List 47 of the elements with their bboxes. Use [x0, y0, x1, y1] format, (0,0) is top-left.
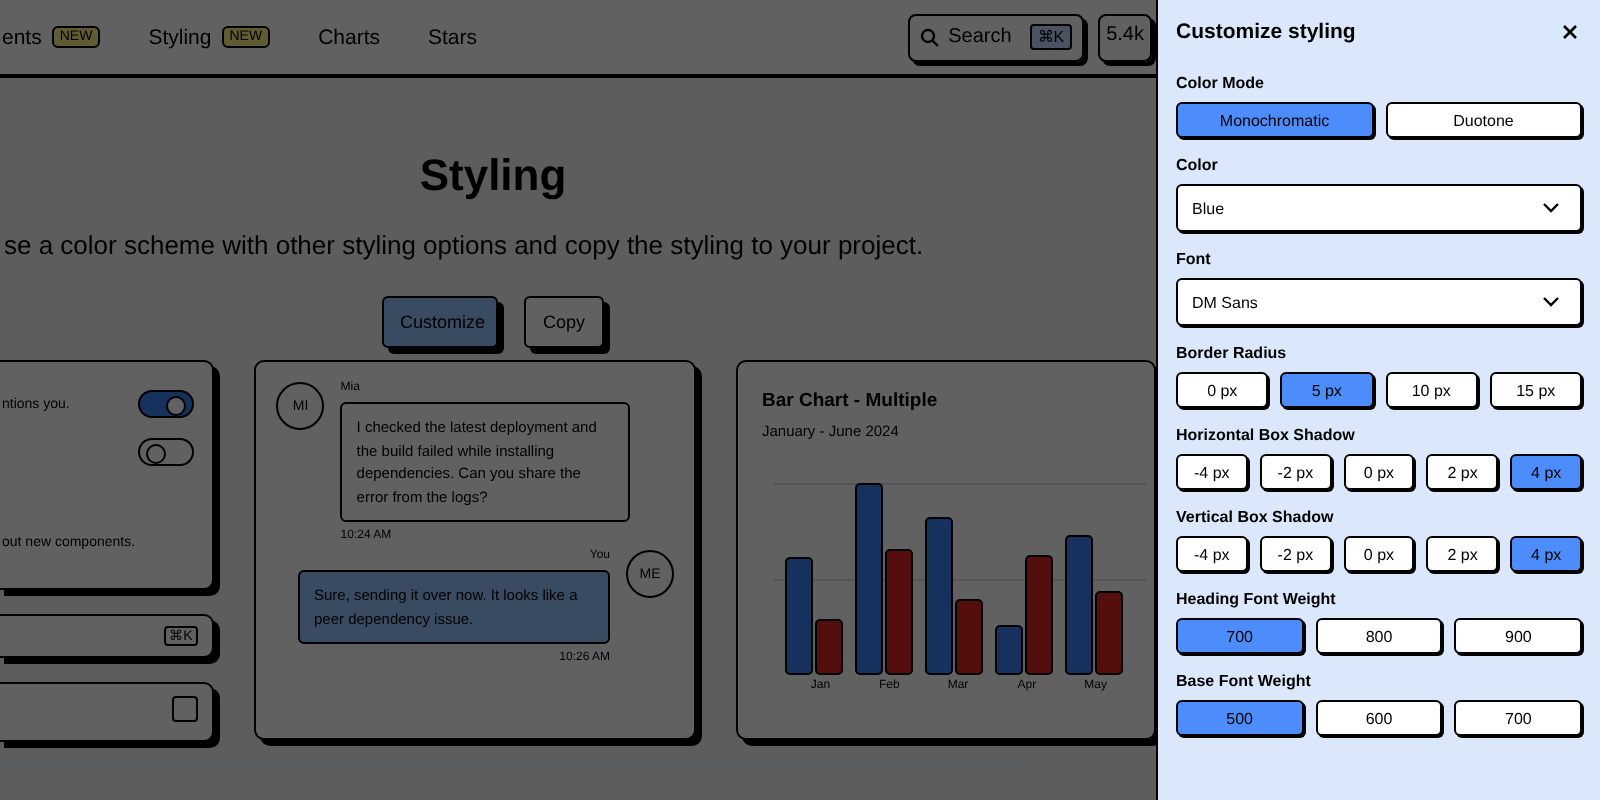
option-button[interactable]: 2 px: [1426, 536, 1499, 572]
chevron-down-icon: [1542, 296, 1560, 308]
toggle-switch[interactable]: [138, 438, 195, 466]
close-icon: [1562, 23, 1578, 39]
option-button[interactable]: -2 px: [1259, 454, 1332, 490]
page-subtitle: se a color scheme with other styling options and copy the styling to your project.: [4, 230, 924, 260]
option-button[interactable]: 10 px: [1385, 372, 1478, 408]
chart-title: Bar Chart - Multiple: [762, 390, 940, 412]
search-icon: [920, 27, 941, 47]
search-placeholder: Search: [948, 26, 1014, 48]
option-button[interactable]: 4 px: [1510, 454, 1582, 490]
section-label: Color Mode: [1176, 74, 1266, 92]
option-button[interactable]: 900: [1454, 618, 1583, 654]
page-title: Styling: [419, 150, 567, 202]
option-button[interactable]: -4 px: [1176, 454, 1248, 490]
option-button[interactable]: 500: [1176, 700, 1304, 736]
option-button[interactable]: Monochromatic: [1176, 102, 1373, 138]
select-field[interactable]: DM Sans: [1176, 278, 1582, 326]
chevron-down-icon: [1542, 202, 1560, 214]
option-button[interactable]: 0 px: [1176, 372, 1269, 408]
shortcut-key: ⌘K: [1029, 24, 1073, 50]
select-field[interactable]: Blue: [1176, 184, 1582, 232]
option-button[interactable]: 4 px: [1510, 536, 1582, 572]
section-label: Vertical Box Shadow: [1176, 508, 1336, 526]
square-icon: [172, 696, 199, 722]
section-label: Horizontal Box Shadow: [1176, 426, 1357, 444]
option-button[interactable]: 600: [1315, 700, 1443, 736]
option-button[interactable]: 700: [1454, 700, 1583, 736]
input-field[interactable]: [0, 682, 215, 742]
section-label: Border Radius: [1176, 344, 1289, 362]
section-label: Font: [1176, 250, 1213, 268]
option-button[interactable]: 700: [1176, 618, 1304, 654]
section-label: Base Font Weight: [1176, 672, 1313, 690]
option-button[interactable]: 5 px: [1280, 372, 1373, 408]
option-button[interactable]: 0 px: [1343, 536, 1415, 572]
close-button[interactable]: [1558, 19, 1582, 43]
option-button[interactable]: 15 px: [1489, 372, 1582, 408]
section-label: Color: [1176, 156, 1220, 174]
option-button[interactable]: Duotone: [1385, 102, 1582, 138]
option-button[interactable]: 0 px: [1343, 454, 1415, 490]
toggle-switch[interactable]: [138, 390, 195, 418]
panel-title: Customize styling: [1176, 19, 1356, 43]
option-button[interactable]: 800: [1315, 618, 1443, 654]
section-label: Heading Font Weight: [1176, 590, 1338, 608]
option-button[interactable]: -2 px: [1259, 536, 1332, 572]
option-button[interactable]: 2 px: [1426, 454, 1499, 490]
option-button[interactable]: -4 px: [1176, 536, 1248, 572]
